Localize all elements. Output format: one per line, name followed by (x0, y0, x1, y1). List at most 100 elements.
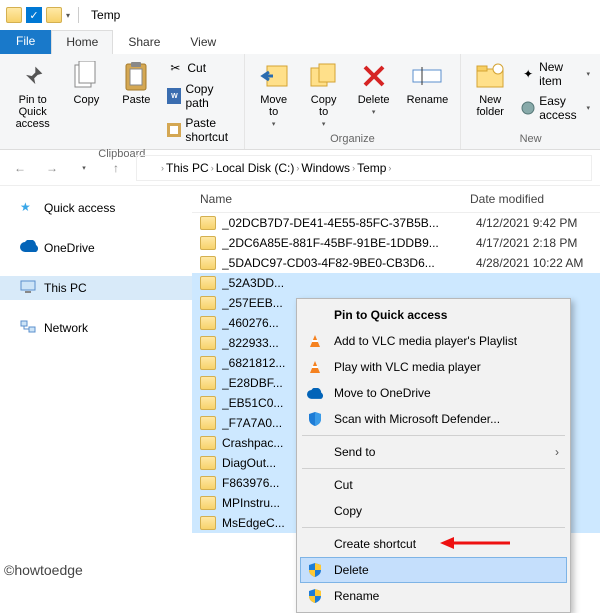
ctx-play-vlc[interactable]: Play with VLC media player (300, 354, 567, 380)
group-new: New folder ✦New item ▾ Easy access ▾ New (461, 54, 600, 149)
pasteshortcut-icon (167, 122, 181, 138)
cloud-icon (306, 384, 324, 402)
shield-icon (306, 587, 324, 605)
forward-button[interactable]: → (40, 156, 64, 180)
blank-icon (306, 443, 324, 461)
easyaccess-button[interactable]: Easy access ▾ (519, 92, 592, 124)
address-bar[interactable]: › This PC › Local Disk (C:) › Windows › … (136, 155, 592, 181)
folder-icon (200, 516, 216, 530)
tab-file[interactable]: File (0, 30, 51, 54)
sidebar-item-quickaccess[interactable]: ★Quick access (0, 196, 192, 220)
annotation-arrow (440, 536, 510, 550)
ctx-cut[interactable]: Cut (300, 472, 567, 498)
table-row[interactable]: _2DC6A85E-881F-45BF-91BE-1DDB9... 4/17/20… (192, 233, 600, 253)
ctx-delete[interactable]: Delete (300, 557, 567, 583)
ctx-pin[interactable]: Pin to Quick access (300, 302, 567, 328)
table-row[interactable]: _02DCB7D7-DE41-4E55-85FC-37B5B...4/12/20… (192, 213, 600, 233)
menu-separator (302, 527, 565, 528)
chevron-icon[interactable]: › (211, 163, 214, 173)
newfolder-icon (474, 60, 506, 92)
ribbon: Pin to Quick access Copy Paste ✂Cut WCop… (0, 54, 600, 150)
tab-home[interactable]: Home (51, 30, 113, 54)
rename-icon (411, 60, 443, 92)
context-menu: Pin to Quick access Add to VLC media pla… (296, 298, 571, 613)
up-button[interactable]: ↑ (104, 156, 128, 180)
window-title: Temp (91, 8, 120, 22)
ctx-scan-defender[interactable]: Scan with Microsoft Defender... (300, 406, 567, 432)
cut-button[interactable]: ✂Cut (165, 58, 235, 78)
ctx-copy[interactable]: Copy (300, 498, 567, 524)
delete-button[interactable]: Delete▾ (353, 58, 395, 118)
folder-icon (200, 496, 216, 510)
file-date: 4/17/2021 2:18 PM (476, 236, 592, 250)
group-organize: Move to▾ Copy to▾ Delete▾ Rename Organiz… (245, 54, 462, 149)
moveto-icon (258, 60, 290, 92)
folder-icon (200, 456, 216, 470)
back-button[interactable]: ← (8, 156, 32, 180)
chevron-icon[interactable]: › (161, 163, 164, 173)
pasteshortcut-button[interactable]: Paste shortcut (165, 114, 235, 146)
qat-folder-icon[interactable] (46, 7, 62, 23)
crumb-temp[interactable]: Temp (357, 161, 386, 175)
qat-save-icon[interactable]: ✓ (26, 7, 42, 23)
col-date[interactable]: Date modified (470, 192, 592, 206)
crumb-thispc[interactable]: This PC (166, 161, 209, 175)
watermark: ©howtoedge (4, 562, 83, 578)
ctx-rename[interactable]: Rename (300, 583, 567, 609)
tab-share[interactable]: Share (113, 30, 175, 54)
vlc-icon (306, 358, 324, 376)
sidebar-item-onedrive[interactable]: OneDrive (0, 236, 192, 260)
table-row[interactable]: _52A3DD... (192, 273, 600, 293)
star-icon: ★ (20, 200, 36, 216)
column-headers[interactable]: Name Date modified (192, 186, 600, 213)
easyaccess-icon (521, 100, 535, 116)
newitem-button[interactable]: ✦New item ▾ (519, 58, 592, 90)
paste-button[interactable]: Paste (115, 58, 157, 108)
tab-view[interactable]: View (175, 30, 231, 54)
pc-icon (20, 280, 36, 296)
cloud-icon (20, 240, 36, 256)
paste-icon (120, 60, 152, 92)
file-name: _2DC6A85E-881F-45BF-91BE-1DDB9... (222, 236, 470, 250)
ctx-sendto[interactable]: Send to› (300, 439, 567, 465)
copy-button[interactable]: Copy (65, 58, 107, 108)
rename-button[interactable]: Rename (403, 58, 453, 108)
addr-folder-icon (143, 161, 159, 175)
ctx-create-shortcut[interactable]: Create shortcut (300, 531, 567, 557)
network-icon (20, 320, 36, 336)
crumb-drive[interactable]: Local Disk (C:) (216, 161, 295, 175)
ctx-add-vlc[interactable]: Add to VLC media player's Playlist (300, 328, 567, 354)
nav-tree: ★Quick access OneDrive This PC Network (0, 186, 192, 582)
folder-icon (200, 396, 216, 410)
sidebar-item-thispc[interactable]: This PC (0, 276, 192, 300)
menu-separator (302, 435, 565, 436)
sidebar-item-network[interactable]: Network (0, 316, 192, 340)
tabstrip: File Home Share View (0, 30, 600, 54)
folder-icon (200, 376, 216, 390)
folder-icon (200, 236, 216, 250)
titlebar: ✓ ▾ Temp (0, 0, 600, 30)
chevron-icon[interactable]: › (296, 163, 299, 173)
table-row[interactable]: _5DADC97-CD03-4F82-9BE0-CB3D6...4/28/202… (192, 253, 600, 273)
pin-button[interactable]: Pin to Quick access (8, 58, 57, 132)
copyto-button[interactable]: Copy to▾ (303, 58, 345, 130)
vlc-icon (306, 332, 324, 350)
ctx-move-onedrive[interactable]: Move to OneDrive (300, 380, 567, 406)
history-dropdown[interactable]: ▾ (72, 156, 96, 180)
chevron-icon[interactable]: › (388, 163, 391, 173)
copypath-button[interactable]: WCopy path (165, 80, 235, 112)
blank-icon (306, 502, 324, 520)
group-title-new: New (520, 133, 542, 145)
moveto-button[interactable]: Move to▾ (253, 58, 295, 130)
menu-separator (302, 468, 565, 469)
file-name: _02DCB7D7-DE41-4E55-85FC-37B5B... (222, 216, 470, 230)
newfolder-button[interactable]: New folder (469, 58, 511, 120)
copypath-icon: W (167, 88, 181, 104)
qat-dropdown-icon[interactable]: ▾ (66, 11, 70, 20)
copyto-icon (308, 60, 340, 92)
folder-icon (200, 416, 216, 430)
chevron-icon[interactable]: › (352, 163, 355, 173)
crumb-windows[interactable]: Windows (301, 161, 350, 175)
navbar: ← → ▾ ↑ › This PC › Local Disk (C:) › Wi… (0, 150, 600, 186)
col-name[interactable]: Name (200, 192, 470, 206)
